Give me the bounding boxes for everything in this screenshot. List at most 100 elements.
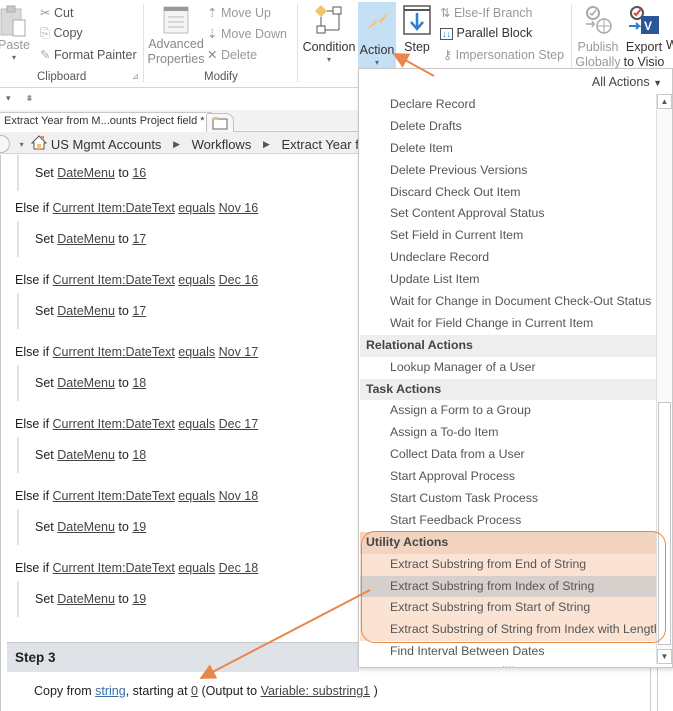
history-dropdown-icon[interactable]: ▾ (20, 140, 24, 149)
index-link[interactable]: 0 (191, 684, 198, 698)
action-menu-item[interactable]: Undeclare Record (360, 247, 658, 269)
condition-value-link[interactable]: Dec 16 (219, 273, 259, 287)
step-button[interactable]: Step (400, 4, 434, 55)
value-link[interactable]: 18 (132, 448, 146, 462)
action-menu-item[interactable]: Start Approval Process (360, 466, 658, 488)
condition-value-link[interactable]: Dec 17 (219, 417, 259, 431)
action-menu-item[interactable]: Set Field in Current Item (360, 225, 658, 247)
document-tab-bar: Extract Year from M...ounts Project fiel… (0, 110, 360, 132)
action-menu-item[interactable]: Lookup Manager of a User (360, 357, 658, 379)
string-link[interactable]: string (95, 684, 126, 698)
set-action: Set DateMenu to 17 (17, 293, 146, 329)
move-up-button[interactable]: ⇡ Move Up (207, 5, 271, 20)
condition-field-link[interactable]: Current Item:DateText (53, 201, 175, 215)
cut-button[interactable]: ✂ Cut (40, 5, 73, 20)
action-menu-item[interactable]: Wait for Field Change in Current Item (360, 313, 658, 335)
condition-value-link[interactable]: Nov 16 (219, 201, 259, 215)
action-menu-item[interactable]: Collect Data from a User (360, 444, 658, 466)
scroll-up-icon[interactable]: ▲ (657, 94, 672, 109)
action-menu-item[interactable]: Delete Item (360, 138, 658, 160)
action-menu-item[interactable]: Set Content Approval Status (360, 203, 658, 225)
step-3-header[interactable]: Step 3 (7, 642, 359, 672)
action-menu-item[interactable]: Start Feedback Process (360, 510, 658, 532)
breadcrumb-separator-icon[interactable]: ▶ (263, 139, 270, 150)
breadcrumb-item[interactable]: Extract Year from M (282, 137, 361, 152)
value-link[interactable]: 19 (132, 520, 146, 534)
set-keyword: Set (35, 166, 54, 180)
condition-operator-link[interactable]: equals (178, 273, 215, 287)
value-link[interactable]: 17 (132, 304, 146, 318)
value-link[interactable]: 17 (132, 232, 146, 246)
tab-workflow[interactable]: Extract Year from M...ounts Project fiel… (0, 112, 212, 132)
output-to-text: (Output to (201, 684, 258, 698)
action-menu-item[interactable]: Assign a To-do Item (360, 422, 658, 444)
format-painter-button[interactable]: ✎ Format Painter (40, 47, 137, 62)
action-menu-item[interactable]: Assign a Form to a Group (360, 400, 658, 422)
action-button[interactable]: Action ▾ (358, 2, 396, 68)
field-link[interactable]: DateMenu (57, 304, 115, 318)
breadcrumb-item[interactable]: Workflows (192, 137, 252, 152)
paste-button[interactable]: Paste ▾ (0, 4, 34, 63)
scroll-down-icon[interactable]: ▼ (657, 649, 672, 664)
quick-access-overflow-icon[interactable]: ⩩ (27, 93, 32, 103)
impersonation-step-button[interactable]: ⚷ Impersonation Step (443, 47, 564, 62)
condition-operator-link[interactable]: equals (178, 489, 215, 503)
back-button[interactable] (0, 135, 10, 153)
copy-button[interactable]: ⎘ Copy (40, 26, 83, 41)
value-link[interactable]: 19 (132, 592, 146, 606)
condition-field-link[interactable]: Current Item:DateText (53, 489, 175, 503)
action-menu-item[interactable]: Extract Substring from Start of String (360, 597, 658, 620)
value-link[interactable]: 18 (132, 376, 146, 390)
condition-button[interactable]: Condition ▾ (301, 4, 357, 65)
field-link[interactable]: DateMenu (57, 232, 115, 246)
clipboard-dialog-launcher-icon[interactable]: ⊿ (132, 72, 139, 81)
condition-value-link[interactable]: Nov 18 (219, 489, 259, 503)
variable-link[interactable]: Variable: substring1 (261, 684, 371, 698)
parallel-block-button[interactable]: ↓↓ Parallel Block (440, 26, 532, 40)
else-if-keyword: Else if (15, 201, 50, 215)
else-if-branch-button[interactable]: ⇅ Else-If Branch (440, 5, 532, 20)
publish-globally-button[interactable]: Publish Globally (574, 4, 622, 70)
action-menu-item[interactable]: Start Custom Task Process (360, 488, 658, 510)
condition-operator-link[interactable]: equals (178, 417, 215, 431)
field-link[interactable]: DateMenu (57, 166, 115, 180)
breadcrumb-item[interactable]: US Mgmt Accounts (51, 137, 162, 152)
partial-ribbon-button[interactable]: W (666, 38, 673, 52)
field-link[interactable]: DateMenu (57, 592, 115, 606)
action-menu-item[interactable]: Delete Previous Versions (360, 160, 658, 182)
customize-dropdown-icon[interactable]: ▾ (6, 93, 11, 103)
action-menu-item[interactable]: Extract Substring from Index of String (360, 575, 658, 598)
action-menu-item[interactable]: Update List Item (360, 269, 658, 291)
field-link[interactable]: DateMenu (57, 520, 115, 534)
condition-operator-link[interactable]: equals (178, 201, 215, 215)
scrollbar[interactable]: ▲ ▼ (656, 94, 672, 664)
action-menu-item[interactable]: Delete Drafts (360, 116, 658, 138)
condition-field-link[interactable]: Current Item:DateText (53, 417, 175, 431)
set-keyword: Set (35, 376, 54, 390)
action-menu-item[interactable]: Declare Record (360, 94, 658, 116)
field-link[interactable]: DateMenu (57, 448, 115, 462)
value-link[interactable]: 16 (132, 166, 146, 180)
condition-field-link[interactable]: Current Item:DateText (53, 273, 175, 287)
action-menu-item[interactable]: Wait for Change in Document Check-Out St… (360, 291, 658, 313)
field-link[interactable]: DateMenu (57, 376, 115, 390)
action-menu-item[interactable]: Extract Substring from End of String (360, 553, 658, 576)
action-menu-item[interactable]: Discard Check Out Item (360, 182, 658, 204)
condition-field-link[interactable]: Current Item:DateText (53, 561, 175, 575)
breadcrumb-separator-icon[interactable]: ▶ (173, 139, 180, 150)
paintbrush-icon: ✎ (40, 48, 51, 62)
export-to-visio-button[interactable]: V Export to Visio (623, 4, 665, 70)
action-menu-item[interactable]: Extract Substring of String from Index w… (360, 619, 661, 642)
move-down-button[interactable]: ⇣ Move Down (207, 26, 287, 41)
advanced-properties-button[interactable]: Advanced Properties (147, 6, 205, 67)
condition-value-link[interactable]: Dec 18 (219, 561, 259, 575)
condition-operator-link[interactable]: equals (178, 561, 215, 575)
delete-button[interactable]: ✕ Delete (207, 47, 257, 62)
panel-splitter[interactable] (650, 668, 658, 711)
all-actions-filter[interactable]: All Actions ▼ (592, 75, 662, 89)
scrollbar-thumb[interactable] (658, 402, 671, 645)
condition-value-link[interactable]: Nov 17 (219, 345, 259, 359)
new-tab-button[interactable] (206, 113, 234, 132)
condition-field-link[interactable]: Current Item:DateText (53, 345, 175, 359)
condition-operator-link[interactable]: equals (178, 345, 215, 359)
